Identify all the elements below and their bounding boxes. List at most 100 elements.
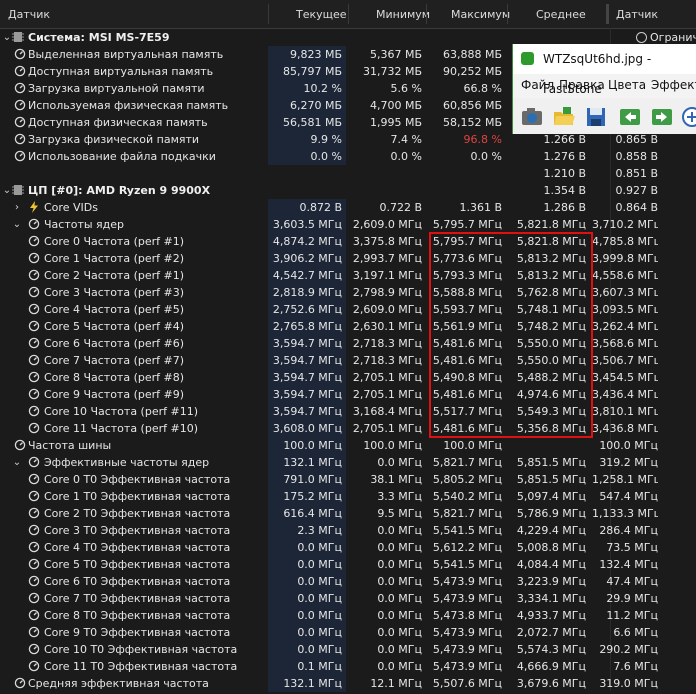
sensor-row[interactable]: Core 3 T0 Эффективная частота 2.3 МГц 0.0 … — [0, 522, 696, 539]
menu-effects[interactable]: Эффекты — [651, 74, 696, 96]
max-value: 5,821.7 МГц — [432, 456, 502, 469]
sensor-row[interactable]: Core 8 T0 Эффективная частота 0.0 МГц 0.0 … — [0, 607, 696, 624]
sensor-name: Core 11 Частота (perf #10) — [44, 422, 198, 435]
collapse-chevron-icon[interactable]: ⌄ — [12, 454, 22, 471]
max-value: 5,541.5 МГц — [432, 558, 502, 571]
max-value — [428, 165, 502, 182]
current-value: 0.872 В — [299, 201, 342, 214]
open-folder-icon[interactable] — [551, 104, 577, 130]
sensor-row[interactable]: Core 6 T0 Эффективная частота 0.0 МГц 0.0 … — [0, 573, 696, 590]
sensor-row[interactable]: Использование файла подкачки 0.0 % 0.0 % 0.… — [0, 148, 696, 165]
sensor-row[interactable]: Core 11 T0 Эффективная частота 0.1 МГц 0.0… — [0, 658, 696, 675]
menu-edit[interactable]: Правка — [559, 74, 605, 96]
sensor-name: Core 6 Частота (perf #6) — [44, 337, 185, 350]
faststone-titlebar[interactable]: WTZsqUt6hd.jpg - FastStone — [513, 44, 696, 96]
panel2-value: 3,810.1 МГц — [592, 405, 658, 418]
col-divider[interactable] — [507, 4, 508, 24]
collapse-chevron-icon[interactable]: ⌄ — [2, 29, 12, 46]
sensor-row[interactable]: Средняя эффективная частота 132.1 МГц 12.1… — [0, 675, 696, 692]
min-value: 38.1 МГц — [370, 473, 422, 486]
min-value: 12.1 МГц — [370, 677, 422, 690]
min-value: 3,375.8 МГц — [352, 235, 422, 248]
col-divider[interactable] — [268, 4, 269, 24]
collapse-chevron-icon[interactable]: ⌄ — [2, 182, 12, 199]
sensor-name: Используемая физическая память — [28, 99, 229, 112]
sensor-row[interactable]: Core 7 T0 Эффективная частота 0.0 МГц 0.0 … — [0, 590, 696, 607]
sensor-name: Доступная физическая память — [28, 116, 208, 129]
min-value: 7.4 % — [390, 133, 422, 146]
panel2-value: 3,436.4 МГц — [592, 388, 658, 401]
sensor-row[interactable]: › Core VIDs 0.872 В 0.722 В 1.361 В 1.286 В 0.… — [0, 199, 696, 216]
sensor-name: Использование файла подкачки — [28, 150, 216, 163]
min-value: 0.0 МГц — [377, 592, 422, 605]
gauge-icon — [28, 643, 40, 655]
current-value: 10.2 % — [303, 82, 342, 95]
col-divider[interactable] — [348, 4, 349, 24]
group-row[interactable]: ⌄ ЦП [#0]: AMD Ryzen 9 9900X 1.354 В 0.927 … — [0, 182, 696, 199]
menu-file[interactable]: Файл — [521, 74, 554, 96]
col-sensor-header[interactable]: Датчик — [8, 0, 50, 28]
gauge-icon — [14, 133, 26, 145]
back-arrow-icon[interactable] — [617, 104, 643, 130]
zoom-in-icon[interactable] — [679, 104, 696, 130]
sensor-row[interactable]: Core 1 T0 Эффективная частота 175.2 МГц 3.… — [0, 488, 696, 505]
min-value: 0.0 % — [390, 150, 422, 163]
faststone-window[interactable]: WTZsqUt6hd.jpg - FastStone Файл Правка Ц… — [512, 44, 696, 134]
panel2-value: 132.4 МГц — [599, 558, 658, 571]
sensor-row[interactable]: Core 5 T0 Эффективная частота 0.0 МГц 0.0 … — [0, 556, 696, 573]
collapse-chevron-icon[interactable]: ⌄ — [12, 216, 22, 233]
col-sensor2-header[interactable]: Датчик — [616, 0, 658, 28]
max-value: 5,473.8 МГц — [432, 609, 502, 622]
panel2-value: 47.4 МГц — [606, 575, 658, 588]
col-current-header[interactable]: Текущее — [296, 0, 347, 28]
current-value: 4,874.2 МГц — [272, 235, 342, 248]
sensor-row[interactable]: ⌄ Частоты ядер 3,603.5 МГц 2,609.0 МГц 5,795… — [0, 216, 696, 233]
current-value — [270, 165, 342, 182]
min-value: 0.0 МГц — [377, 575, 422, 588]
current-value: 3,594.7 МГц — [272, 405, 342, 418]
sensor-row[interactable]: Core 4 T0 Эффективная частота 0.0 МГц 0.0 … — [0, 539, 696, 556]
panel2-value: 4,558.6 МГц — [592, 269, 658, 282]
current-value: 6,270 МБ — [289, 99, 342, 112]
menu-colors[interactable]: Цвета — [608, 74, 646, 96]
min-value: 2,630.1 МГц — [352, 320, 422, 333]
sensor-row[interactable]: 1.210 В 0.851 В — [0, 165, 696, 182]
max-value — [428, 29, 502, 46]
sensor-row[interactable]: ⌄ Эффективные частоты ядер 132.1 МГц 0.0 МГ… — [0, 454, 696, 471]
sensor-name: Core 2 Частота (perf #1) — [44, 269, 185, 282]
sensor-name: Core 10 T0 Эффективная частота — [44, 643, 238, 656]
col-divider[interactable] — [426, 4, 427, 24]
current-value: 791.0 МГц — [283, 473, 342, 486]
avg-value: 2,072.7 МГц — [516, 626, 586, 639]
faststone-menubar: Файл Правка Цвета Эффекты — [513, 74, 696, 96]
sensor-row[interactable]: Core 2 T0 Эффективная частота 616.4 МГц 9.… — [0, 505, 696, 522]
sensor-name: ЦП [#0]: AMD Ryzen 9 9900X — [28, 184, 211, 197]
max-value: 0.0 % — [470, 150, 502, 163]
camera-icon[interactable] — [519, 104, 545, 130]
col-avg-header[interactable]: Среднее — [536, 0, 586, 28]
clock-icon — [636, 32, 647, 43]
right-panel-first-label: Ограничен — [650, 31, 696, 44]
panel2-value: 3,999.8 МГц — [592, 252, 658, 265]
min-value: 5,367 МБ — [369, 48, 422, 61]
sensor-row[interactable]: Core 9 T0 Эффективная частота 0.0 МГц 0.0 … — [0, 624, 696, 641]
panel-splitter[interactable] — [606, 4, 609, 24]
sensor-row[interactable]: Core 10 T0 Эффективная частота 0.0 МГц 0.0… — [0, 641, 696, 658]
sensor-row[interactable]: Core 0 T0 Эффективная частота 791.0 МГц 38… — [0, 471, 696, 488]
sensor-name: Core 3 Частота (perf #3) — [44, 286, 185, 299]
min-value — [350, 29, 422, 46]
panel2-value: 290.2 МГц — [599, 643, 658, 656]
forward-arrow-icon[interactable] — [649, 104, 675, 130]
col-max-header[interactable]: Максимум — [451, 0, 510, 28]
max-value: 63,888 МБ — [442, 48, 502, 61]
sensor-row[interactable]: Частота шины 100.0 МГц 100.0 МГц 100.0 МГц 1… — [0, 437, 696, 454]
min-value: 0.0 МГц — [377, 456, 422, 469]
expand-chevron-icon[interactable]: › — [12, 199, 22, 216]
gauge-icon — [28, 388, 40, 400]
col-min-header[interactable]: Минимум — [376, 0, 430, 28]
save-icon[interactable] — [583, 104, 609, 130]
avg-value: 3,679.6 МГц — [516, 677, 586, 690]
current-value: 3,603.5 МГц — [272, 218, 342, 231]
sensor-name — [28, 165, 268, 182]
current-value: 0.1 МГц — [297, 660, 342, 673]
